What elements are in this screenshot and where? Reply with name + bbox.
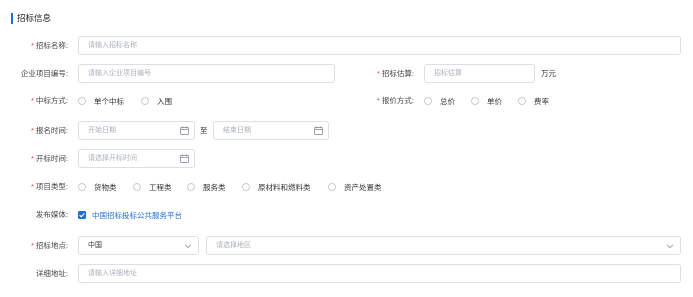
signup-end-date-input[interactable]: 结束日期	[213, 121, 329, 140]
radio-circle-icon	[78, 97, 86, 105]
radio-circle-icon	[518, 97, 526, 105]
radio-circle-icon	[187, 183, 195, 191]
section-accent-bar	[11, 12, 13, 24]
radio-circle-icon	[328, 183, 336, 191]
project-type-label: * 项目类型:	[30, 182, 68, 191]
open-time-input[interactable]: 请选择开标时间	[78, 149, 195, 168]
estimate-input[interactable]: 招标估算	[424, 64, 535, 83]
radio-circle-icon	[242, 183, 250, 191]
radio-circle-icon	[133, 183, 141, 191]
chevron-down-icon	[184, 244, 192, 249]
address-label: 详细地址:	[35, 269, 68, 278]
location-label: * 招标地点:	[30, 241, 68, 250]
date-range-separator: 至	[200, 126, 208, 135]
project-type-option-raw-materials[interactable]: 原材料和燃料类	[242, 181, 311, 193]
address-input[interactable]: 请输入详细地址	[78, 264, 681, 283]
radio-circle-icon	[471, 97, 479, 105]
bid-method-label: * 中标方式:	[30, 96, 68, 105]
calendar-icon	[314, 126, 323, 135]
project-type-option-service[interactable]: 服务类	[187, 181, 226, 193]
country-select[interactable]: 中国	[78, 236, 199, 255]
signup-start-date-input[interactable]: 开始日期	[78, 121, 195, 140]
radio-circle-icon	[424, 97, 432, 105]
quote-method-option-rate[interactable]: 费率	[518, 95, 549, 107]
publish-media-label: 发布媒体:	[35, 210, 68, 219]
section-title: 招标信息	[17, 13, 52, 23]
bid-method-option-single[interactable]: 单个中标	[78, 95, 124, 107]
section-header: 招标信息	[11, 12, 51, 24]
open-time-label: * 开标时间:	[30, 154, 68, 163]
publish-media-checkbox[interactable]: 中国招标投标公共服务平台	[78, 209, 182, 221]
project-type-option-asset-disposal[interactable]: 资产处置类	[328, 181, 382, 193]
project-type-option-engineering[interactable]: 工程类	[133, 181, 172, 193]
calendar-icon	[180, 126, 189, 135]
signup-time-label: * 报名时间:	[30, 126, 68, 135]
radio-circle-icon	[78, 183, 86, 191]
project-type-option-goods[interactable]: 货物类	[78, 181, 117, 193]
estimate-unit: 万元	[541, 69, 556, 78]
bid-method-option-shortlist[interactable]: 入围	[141, 95, 172, 107]
region-select[interactable]: 请选择地区	[206, 236, 681, 255]
project-name-label: * 招标名称:	[30, 41, 68, 50]
quote-method-option-unit[interactable]: 单价	[471, 95, 502, 107]
chevron-down-icon	[666, 244, 674, 249]
calendar-icon	[180, 154, 189, 163]
radio-circle-icon	[141, 97, 149, 105]
enterprise-code-input[interactable]: 请输入企业项目编号	[78, 64, 335, 83]
enterprise-code-label: 企业项目编号:	[20, 69, 68, 78]
quote-method-label: * 报价方式:	[376, 96, 414, 105]
quote-method-option-total[interactable]: 总价	[424, 95, 455, 107]
check-icon	[79, 213, 85, 218]
estimate-label: * 招标估算:	[376, 69, 414, 78]
project-name-input[interactable]: 请输入招标名称	[78, 36, 681, 55]
